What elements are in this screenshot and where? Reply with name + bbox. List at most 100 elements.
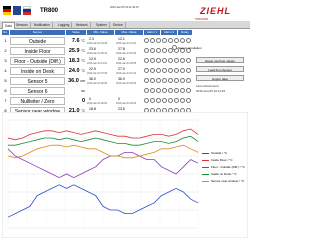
last-refresh-label: Last refreshment: xyxy=(196,84,220,88)
min-value: 23.6 xyxy=(89,47,96,51)
max-date: 2016-Jan-04 00:00 xyxy=(116,82,137,85)
table-row: 5 Sensor 5 36.0 cm 36.0 36.0 2016-Jan-04… xyxy=(2,76,192,86)
max-value: 22.6 xyxy=(118,57,125,61)
sensor-value: 36.0 cm xyxy=(66,77,86,85)
minmax-cell: 2.3 12.1 2016-Jan-04 04:36 2016-Jan-04 1… xyxy=(87,36,143,46)
alarm-led-icon xyxy=(150,98,155,103)
alarm-led-icon xyxy=(162,68,167,73)
row-number: 7 xyxy=(4,98,7,103)
header-relay: Relay xyxy=(178,30,192,35)
flag-en-icon[interactable] xyxy=(13,6,21,15)
legend-item: Outside / °C xyxy=(202,150,248,157)
alarm-led-icon xyxy=(162,38,167,43)
header-alarm1: Alarm 1 xyxy=(144,30,160,35)
alarm-led-icon xyxy=(144,98,149,103)
alarm-led-icon xyxy=(180,38,185,43)
alarm-led-icon xyxy=(144,48,149,53)
max-date: 2016-Jan-04 13:22 xyxy=(116,42,137,45)
ziehl-logo: ZIEHL xyxy=(200,6,231,16)
export-data-button[interactable]: Export data xyxy=(196,75,244,81)
alarm-led-icon xyxy=(162,48,167,53)
alarm-led-icon xyxy=(144,58,149,63)
alarm-led-icon xyxy=(174,68,179,73)
min-date: 2016-Jan-04 00:00 xyxy=(87,102,108,105)
load-from-sensor-button[interactable]: Load from Sensor xyxy=(196,66,244,72)
row-number: 4 xyxy=(4,68,7,73)
alarm-led-icon xyxy=(150,68,155,73)
min-date: 2016-Jan-04 07:30 xyxy=(87,72,108,75)
legend-item: Sensor near window / °C xyxy=(202,178,248,185)
tab-device[interactable]: Device xyxy=(111,22,126,29)
table-row: 2 Inside Floor 25.9 °C 23.6 27.8 2016-Ja… xyxy=(2,46,192,56)
max-date: 2016-Jan-04 00:00 xyxy=(116,102,137,105)
alarm-led-icon xyxy=(144,88,149,93)
value-unit: °C xyxy=(81,69,85,73)
flag-de-gold xyxy=(3,12,11,15)
value-unit: cm xyxy=(80,79,85,83)
alarm-led-icon xyxy=(180,68,185,73)
min-date: 2016-Jan-04 14:01 xyxy=(87,62,108,65)
reset-minmax-button[interactable]: Reset min/max values xyxy=(196,57,244,63)
alarm-led-icon xyxy=(186,38,191,43)
alarm-led-icon xyxy=(168,38,173,43)
sensor-value: 24.0 °C xyxy=(66,67,86,75)
alarm-led-icon xyxy=(150,88,155,93)
tab-notification[interactable]: Notification xyxy=(32,22,53,29)
alarm-led-icon xyxy=(156,58,161,63)
header-datetime: 2016-Jan-05 10:11:45 AT xyxy=(110,6,139,9)
value-number: 25.9 xyxy=(68,48,80,54)
minmax-cell xyxy=(87,86,143,96)
min-value: 2.3 xyxy=(89,37,94,41)
min-date: 2016-Jan-04 04:36 xyxy=(87,42,108,45)
sensor-name: Floor - Outside (Diff.) xyxy=(10,57,65,65)
alarm-led-icon xyxy=(174,78,179,83)
alarm-led-icon xyxy=(174,58,179,63)
max-value: 0 xyxy=(118,97,120,101)
min-date: 2016-Jan-04 06:12 xyxy=(87,52,108,55)
alarm-led-icon xyxy=(156,88,161,93)
tab-data[interactable]: Data xyxy=(2,22,15,29)
minmax-cell: 12.9 22.6 2016-Jan-04 14:01 2016-Jan-04 … xyxy=(87,56,143,66)
alarm-led-icon xyxy=(186,78,191,83)
alarm-led-icon xyxy=(180,98,185,103)
legend-label: Inside Floor / °C xyxy=(211,158,233,162)
alarm-led-icon xyxy=(162,88,167,93)
alarm-led-icon xyxy=(168,88,173,93)
value-unit: °C xyxy=(81,49,85,53)
row-number: 2 xyxy=(4,48,7,53)
table-row: 3 Floor - Outside (Diff.) 18.3 °C 12.9 2… xyxy=(2,56,192,66)
legend-item: Floor - Outside (Diff.) / °C xyxy=(202,164,248,171)
row-number: 1 xyxy=(4,38,7,43)
max-value: 27.8 xyxy=(118,47,125,51)
max-date: 2016-Jan-04 16:10 xyxy=(116,72,137,75)
minmax-cell: 23.6 27.8 2016-Jan-04 06:12 2016-Jan-04 … xyxy=(87,46,143,56)
min-value: 22.9 xyxy=(89,67,96,71)
simulation-radio[interactable] xyxy=(172,45,177,50)
table-row: 4 Inside on Desk 24.0 °C 22.9 27.0 2016-… xyxy=(2,66,192,76)
sensor-name: Sensor 5 xyxy=(10,77,65,85)
tab-network[interactable]: Network xyxy=(74,22,91,29)
simulation-label: Sensor simulation xyxy=(177,46,202,50)
sensor-name: Sensor 6 xyxy=(10,87,65,95)
legend-swatch xyxy=(202,160,209,161)
legend-swatch xyxy=(202,167,209,168)
value-number: 18.3 xyxy=(68,58,80,64)
chart-legend: Outside / °C Inside Floor / °C Floor - Out… xyxy=(202,150,248,185)
min-value: 0 xyxy=(89,97,91,101)
value-number: 7.6 xyxy=(71,38,80,44)
flag-ru-red xyxy=(23,12,31,15)
value-number: 0 xyxy=(81,98,85,104)
max-value: 36.0 xyxy=(118,77,125,81)
row-number: 5 xyxy=(4,78,7,83)
tab-system[interactable]: System xyxy=(94,22,110,29)
min-value: 18.8 xyxy=(89,107,96,111)
sensor-value: 18.3 °C xyxy=(66,57,86,65)
value-unit: oc xyxy=(81,89,85,93)
legend-item: Inside on Desk / °C xyxy=(202,171,248,178)
header-max: Max.-Value xyxy=(115,30,143,35)
legend-item: Inside Floor / °C xyxy=(202,157,248,164)
tab-logging[interactable]: Logging xyxy=(56,22,73,29)
table-row: 1 Outside 7.6 °C 2.3 12.1 2016-Jan-04 04… xyxy=(2,36,192,46)
value-unit: °C xyxy=(81,59,85,63)
tab-sensors[interactable]: Sensors xyxy=(14,22,31,29)
